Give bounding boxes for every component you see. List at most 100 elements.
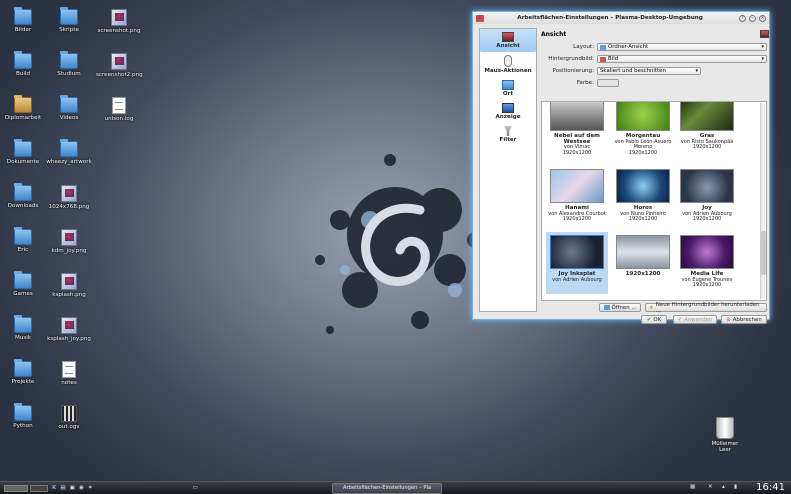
folder-icon: [502, 80, 514, 90]
wallpaper-thumbnail: [550, 169, 604, 203]
desktop-icon[interactable]: wheezy_artwork: [46, 139, 92, 165]
apply-button[interactable]: ✔ Anwenden: [673, 315, 717, 324]
desktop-icon-label: screenshot2.png: [96, 72, 143, 78]
wallpaper-tile[interactable]: Horos von Nuno Pinheiro 1920x1200: [612, 166, 674, 228]
terminal-icon[interactable]: ▣: [70, 485, 75, 491]
desktop-icon[interactable]: Downloads: [0, 183, 46, 209]
apply-button-label: Anwenden: [684, 316, 713, 323]
wallpaper-tile[interactable]: 1920x1200: [612, 232, 674, 294]
desktop-icon[interactable]: Games: [0, 271, 46, 297]
chevron-down-icon: ▾: [761, 56, 764, 62]
desktop-icon[interactable]: Studium: [46, 51, 92, 77]
wallpaper-tile[interactable]: Gras von Risto Saukonpää 1920x1200: [676, 102, 738, 156]
position-label: Positionierung:: [552, 68, 594, 74]
chevron-down-icon: ▾: [695, 68, 698, 74]
desktop-icon[interactable]: 1024x768.png: [46, 185, 92, 210]
desktop-icon[interactable]: kdm_joy.png: [46, 229, 92, 254]
browser-icon[interactable]: ◉: [79, 485, 84, 491]
desktop-icon[interactable]: ksplash_joy.png: [46, 317, 92, 342]
clock[interactable]: 16:41: [756, 482, 785, 493]
sidebar-item-anzeige[interactable]: Anzeige: [480, 100, 536, 123]
sidebar-item-filter[interactable]: Filter: [480, 123, 536, 146]
desktop-icon[interactable]: screenshot2.png: [96, 53, 143, 78]
file-manager-icon[interactable]: ▤: [60, 485, 65, 491]
video-file-icon: [61, 405, 77, 422]
wallpaper-tile[interactable]: Joy von Adrien Aubourg 1920x1200: [676, 166, 738, 228]
sidebar-item-ort[interactable]: Ort: [480, 77, 536, 100]
minimize-icon[interactable]: –: [749, 14, 756, 22]
desktop-icon[interactable]: unison.log: [96, 97, 142, 122]
ok-button[interactable]: ✔ OK: [641, 315, 667, 324]
sidebar-item-ansicht[interactable]: Ansicht: [480, 29, 536, 52]
desktop-icon[interactable]: out.ogv: [46, 405, 92, 430]
settings-dialog: Arbeitsflächen-Einstellungen – Plasma-De…: [472, 11, 770, 324]
desktop-icon[interactable]: screenshot.png: [96, 9, 142, 34]
monitor-icon: [502, 103, 514, 113]
wallpaper-select-value: Bild: [608, 56, 619, 62]
text-file-icon: [112, 97, 126, 114]
position-select[interactable]: Skaliert und beschnitten ▾: [597, 67, 701, 75]
wallpaper-tile[interactable]: Morgentau von Pablo León-Asuero Moreno 192…: [612, 102, 674, 156]
desktop-icon[interactable]: Videos: [46, 95, 92, 121]
network-icon[interactable]: ▦: [690, 484, 695, 490]
trash-widget[interactable]: Mülleimer Leer: [705, 417, 745, 453]
launcher-icon[interactable]: ✦: [88, 485, 93, 491]
download-wallpapers-button[interactable]: ★ Neue Hintergrundbilder herunterladen .…: [645, 302, 767, 314]
desktop-icon[interactable]: Diplomarbeit: [0, 95, 46, 121]
keyboard-icon[interactable]: ✕: [708, 484, 713, 490]
desktop-icon-label: 1024x768.png: [48, 204, 90, 210]
desktop-icon[interactable]: Python: [0, 403, 46, 429]
desktop-icon-label: Musik: [14, 335, 32, 341]
cancel-button[interactable]: ⊘ Abbrechen: [721, 315, 767, 324]
folder-icon: [14, 51, 32, 69]
wallpaper-thumbnail: [616, 235, 670, 269]
pager[interactable]: [4, 484, 28, 492]
desktop-icon-label: ksplash_joy.png: [47, 336, 91, 342]
image-file-icon: [111, 53, 127, 70]
layout-select-value: Ordner-Ansicht: [608, 44, 649, 50]
desktop-icon[interactable]: Dokumente: [0, 139, 46, 165]
desktop-icon-label: ksplash.png: [52, 292, 86, 298]
desktop-icon[interactable]: Musik: [0, 315, 46, 341]
desktop-icon[interactable]: Projekte: [0, 359, 46, 385]
sidebar-item-label: Maus-Aktionen: [484, 68, 532, 74]
dialog-titlebar[interactable]: Arbeitsflächen-Einstellungen – Plasma-De…: [473, 12, 769, 24]
desktop-icon[interactable]: Build: [0, 51, 46, 77]
desktop-icon[interactable]: Bilder: [0, 7, 46, 33]
mouse-icon: [504, 55, 512, 67]
wallpaper-select[interactable]: Bild ▾: [597, 55, 767, 63]
grid-scrollbar[interactable]: [760, 103, 766, 299]
desktop-icon-label: kdm_joy.png: [51, 248, 87, 254]
help-icon[interactable]: ?: [739, 14, 746, 22]
image-file-icon: [61, 317, 77, 334]
wallpaper-size: 1920x1200: [562, 149, 592, 156]
desktop-icon[interactable]: ksplash.png: [46, 273, 92, 298]
layout-select[interactable]: Ordner-Ansicht ▾: [597, 43, 767, 51]
taskbar-task-settings[interactable]: Arbeitsflächen-Einstellungen – Pla: [332, 483, 442, 494]
layout-label: Layout:: [573, 44, 594, 50]
clipboard-icon[interactable]: ▴: [722, 484, 725, 490]
show-desktop-icon[interactable]: ▭: [193, 485, 198, 491]
pager-desktop-2[interactable]: [30, 484, 48, 492]
text-file-icon: [62, 361, 76, 378]
close-icon[interactable]: ×: [759, 14, 766, 22]
check-icon: ✔: [646, 316, 652, 323]
wallpaper-tile[interactable]: Joy Inksplat von Adrien Aubourg: [546, 232, 608, 294]
open-button[interactable]: Öffnen ...: [599, 303, 641, 312]
desktop-icon[interactable]: Skripte: [46, 7, 92, 33]
sidebar-item-maus-aktionen[interactable]: Maus-Aktionen: [480, 52, 536, 77]
color-button[interactable]: [597, 79, 619, 87]
wallpaper-tile[interactable]: Hanami von Alexandre Courbot 1920x1200: [546, 166, 608, 228]
battery-icon[interactable]: ▮: [734, 484, 737, 490]
sidebar-item-label: Ort: [502, 91, 514, 97]
wallpaper-size: 1920x1200: [692, 282, 722, 289]
wallpaper-tile[interactable]: Nebel auf dem Westsee von Vimac 1920x1200: [546, 102, 608, 156]
scrollbar-thumb[interactable]: [761, 231, 766, 275]
sidebar-item-label: Filter: [499, 137, 517, 143]
folder-icon: [14, 271, 32, 289]
desktop-icon[interactable]: Eric: [0, 227, 46, 253]
desktop-icon[interactable]: notes: [46, 361, 92, 386]
kde-menu-icon[interactable]: K: [52, 485, 56, 491]
desktop-icon-label: Videos: [59, 115, 79, 121]
wallpaper-tile[interactable]: Media Life von Eugene Trounev 1920x1200: [676, 232, 738, 294]
